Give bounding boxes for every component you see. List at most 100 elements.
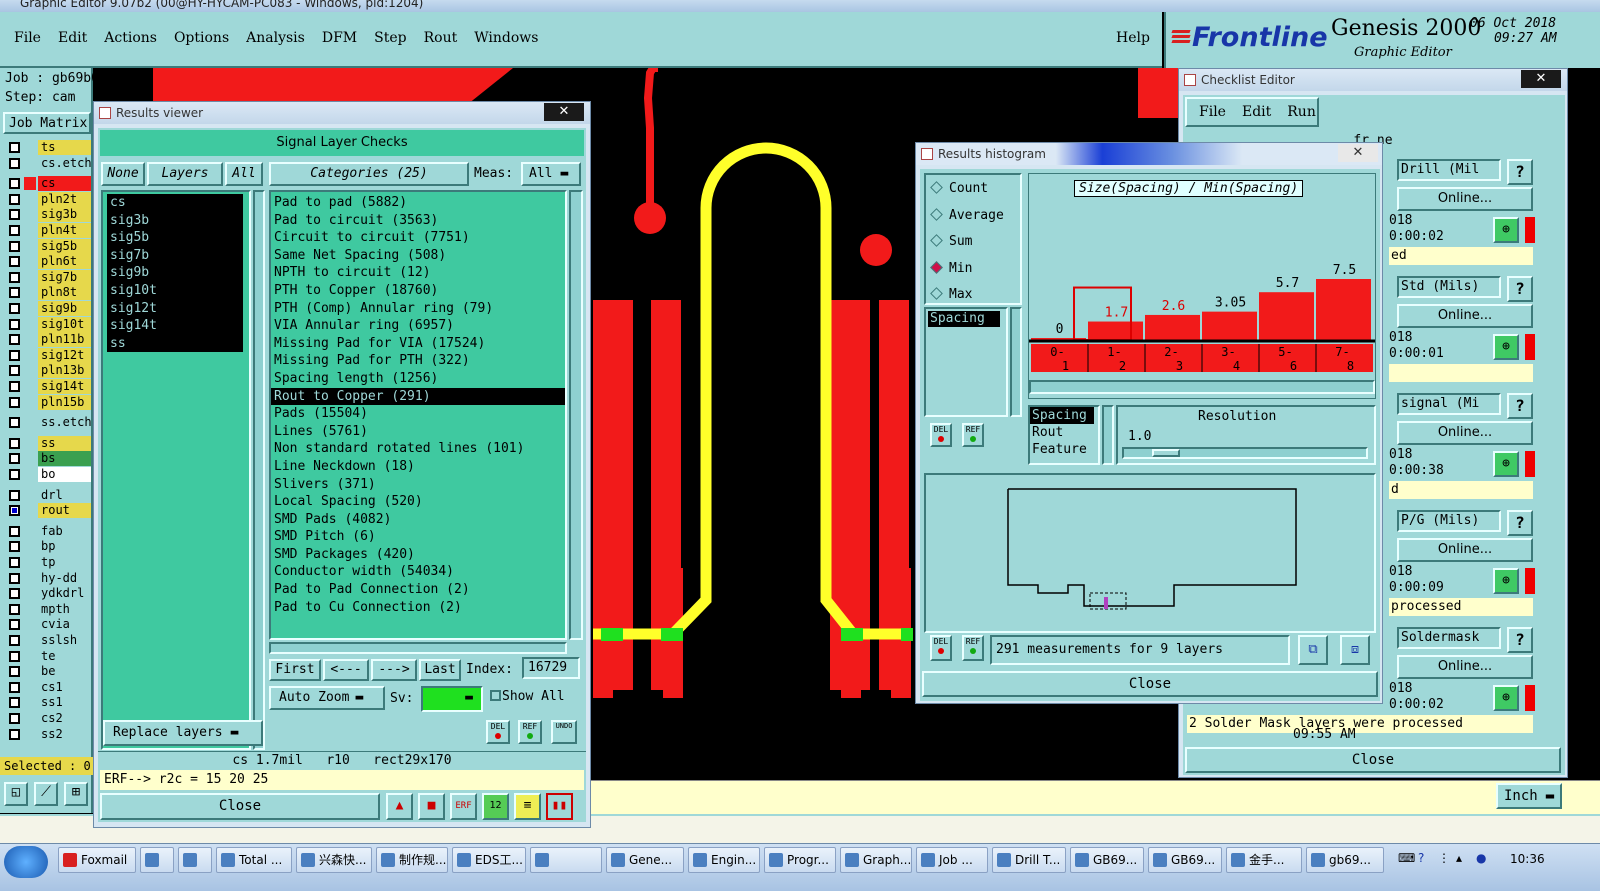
layer-row[interactable]: sig10t — [0, 316, 93, 333]
layer-checkbox[interactable] — [9, 588, 20, 600]
checklist-menu-file[interactable]: File — [1199, 104, 1226, 120]
layer-checkbox[interactable] — [9, 303, 20, 314]
category-item[interactable]: Pad to circuit (3563) — [271, 212, 565, 230]
import-icon[interactable]: ⧈ — [1340, 635, 1370, 665]
taskbar-item[interactable]: Total ... — [216, 847, 292, 873]
category-item[interactable]: Circuit to circuit (7751) — [271, 229, 565, 247]
layer-row[interactable]: ts — [0, 140, 93, 156]
layer-row[interactable]: ss.etch — [0, 415, 93, 431]
hist-category-list[interactable]: Spacing — [924, 307, 1008, 417]
zoom-check-icon[interactable]: ⊕ — [1493, 451, 1519, 477]
taskbar-item[interactable]: GB69... — [1070, 847, 1144, 873]
category-item[interactable]: Slivers (371) — [271, 476, 565, 494]
layer-row[interactable]: bo — [0, 467, 93, 483]
layer-checkbox[interactable] — [9, 209, 20, 221]
layer-checkbox[interactable] — [9, 381, 20, 392]
zoom-check-icon[interactable]: ⊕ — [1493, 217, 1519, 243]
layer-checkbox[interactable] — [9, 728, 20, 740]
histogram-bar[interactable] — [1259, 292, 1314, 340]
hist-category-item[interactable]: Spacing — [928, 311, 1000, 327]
category-item[interactable]: Conductor width (54034) — [271, 563, 565, 581]
layer-checkbox[interactable] — [9, 650, 20, 662]
category-item[interactable]: SMD Pads (4082) — [271, 511, 565, 529]
layer-row[interactable]: cs2 — [0, 711, 93, 727]
layer-row[interactable]: sig9b — [0, 301, 93, 317]
category-item[interactable]: Rout to Copper (291) — [271, 387, 565, 406]
index-field[interactable]: 16729 — [522, 657, 580, 679]
close-icon[interactable]: ✕ — [1338, 144, 1378, 162]
layer-checkbox[interactable] — [9, 557, 20, 568]
report-icon[interactable]: ≡ — [514, 793, 541, 820]
histogram-icon[interactable]: ▮▮ — [546, 793, 573, 820]
online-button[interactable]: Online... — [1397, 421, 1533, 445]
category-item[interactable]: Lines (5761) — [271, 423, 565, 441]
menu-windows[interactable]: Windows — [474, 30, 538, 46]
taskbar-item[interactable]: 兴森快... — [296, 847, 372, 873]
menu-options[interactable]: Options — [174, 30, 229, 46]
undo-button[interactable]: UNDO — [551, 720, 577, 744]
close-icon[interactable]: ✕ — [1521, 70, 1561, 88]
histogram-bar[interactable] — [1316, 279, 1371, 340]
help-icon[interactable]: ? — [1418, 851, 1424, 865]
check-help-icon[interactable]: ? — [1507, 627, 1533, 653]
network-icon[interactable]: ⋮ — [1438, 851, 1450, 865]
tray-app-icon[interactable]: ● — [1476, 851, 1486, 865]
categories-scrollbar[interactable] — [569, 190, 583, 640]
layer-checkbox[interactable] — [9, 489, 20, 501]
category-item[interactable]: VIA Annular ring (6957) — [271, 317, 565, 335]
taskbar-item[interactable]: Foxmail — [58, 847, 136, 873]
layer-checkbox[interactable] — [9, 287, 20, 299]
results-viewer-close-button[interactable]: Close — [100, 793, 380, 820]
layer-checkbox[interactable] — [9, 453, 20, 465]
taskbar-item[interactable]: Engin... — [688, 847, 760, 873]
layer-row[interactable]: bp — [0, 539, 93, 555]
layer-checkbox[interactable] — [9, 572, 20, 584]
taskbar-item[interactable]: Job ... — [916, 847, 988, 873]
layer-checkbox[interactable] — [9, 666, 20, 678]
category-item[interactable]: Pad to pad (5882) — [271, 194, 565, 212]
meas-dropdown[interactable]: All ▬ — [521, 162, 581, 186]
menu-actions[interactable]: Actions — [104, 30, 157, 46]
resolution-slider[interactable] — [1122, 447, 1368, 459]
layer-checkbox[interactable] — [9, 142, 20, 153]
prev-button[interactable]: <--- — [323, 659, 369, 681]
layer-row[interactable]: mpth — [0, 601, 93, 618]
layer-row[interactable]: sslsh — [0, 633, 93, 649]
menu-file[interactable]: File — [14, 30, 41, 46]
layer-list-item[interactable]: cs — [107, 194, 243, 212]
layer-row[interactable]: be — [0, 664, 93, 680]
number-icon[interactable]: 12 — [482, 793, 509, 820]
category-item[interactable]: SMD Packages (420) — [271, 546, 565, 564]
online-button[interactable]: Online... — [1397, 187, 1533, 211]
layers-button[interactable]: Layers — [147, 162, 223, 186]
layer-checkbox[interactable] — [9, 365, 20, 377]
taskbar-item[interactable]: EDS工... — [452, 847, 526, 873]
check-name-field[interactable]: Drill (Mil — [1397, 159, 1501, 181]
layer-list-item[interactable]: sig7b — [107, 246, 243, 265]
preview-del-button[interactable]: DEL — [930, 635, 952, 661]
show-all-checkbox[interactable] — [490, 690, 501, 701]
check-help-icon[interactable]: ? — [1507, 393, 1533, 419]
category-item[interactable]: Local Spacing (520) — [271, 493, 565, 511]
menu-rout[interactable]: Rout — [424, 30, 458, 46]
layer-list-item[interactable]: sig3b — [107, 211, 243, 230]
check-name-field[interactable]: signal (Mi — [1397, 393, 1501, 415]
layer-checkbox[interactable] — [9, 603, 20, 615]
stat-option-count[interactable]: Count — [930, 181, 988, 196]
histogram-chart[interactable]: 0 1.7 2.6 3.05 5.7 7.5 0-1 1-2 2-3 3-4 5-6 7-8 — [1029, 204, 1375, 374]
hist-ref-button[interactable]: REF — [962, 423, 984, 447]
category-item[interactable]: Pad to Pad Connection (2) — [271, 581, 565, 599]
layer-row[interactable]: rout — [0, 503, 93, 519]
category-item[interactable]: Pad to Cu Connection (2) — [271, 599, 565, 617]
layer-row[interactable]: pln11b — [0, 332, 93, 348]
taskbar-item[interactable]: Graph... — [840, 847, 912, 873]
layer-row[interactable]: sig5b — [0, 238, 93, 255]
replace-layers-dropdown[interactable]: Replace layers ▬ — [103, 720, 263, 746]
layer-row[interactable]: pln15b — [0, 394, 93, 411]
grid-icon[interactable]: ⊞ — [64, 782, 88, 806]
checklist-menu-edit[interactable]: Edit — [1242, 104, 1271, 120]
all-button[interactable]: All — [225, 162, 263, 186]
checklist-close-button[interactable]: Close — [1185, 747, 1561, 773]
checklist-menu-run[interactable]: Run — [1287, 104, 1316, 120]
ref-button[interactable]: REF — [518, 720, 542, 744]
